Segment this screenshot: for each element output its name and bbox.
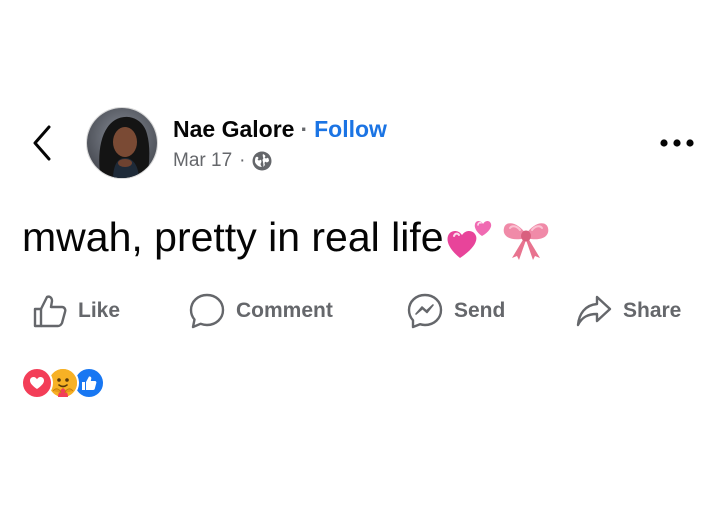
messenger-icon xyxy=(407,293,443,329)
ribbon-emoji xyxy=(503,223,548,260)
avatar[interactable] xyxy=(86,107,158,179)
like-label: Like xyxy=(78,299,121,322)
share-label: Share xyxy=(623,299,682,322)
globe-icon[interactable] xyxy=(252,151,272,171)
comment-label: Comment xyxy=(236,299,333,322)
post-page: Nae Galore · Follow Mar 17 · mwah, pretty … xyxy=(0,0,720,514)
comment-button[interactable]: Comment xyxy=(188,288,333,334)
thumbs-up-icon xyxy=(33,295,67,328)
author-line: Nae Galore · Follow xyxy=(173,114,387,144)
back-button[interactable] xyxy=(22,120,62,166)
send-button[interactable]: Send xyxy=(406,288,505,334)
post-emojis xyxy=(446,214,552,260)
like-button[interactable]: Like xyxy=(32,288,120,334)
post-text: mwah, pretty in real life xyxy=(22,210,552,264)
post-date[interactable]: Mar 17 xyxy=(173,148,232,174)
comment-icon xyxy=(189,293,225,329)
follow-button[interactable]: Follow xyxy=(314,116,387,142)
share-arrow-icon xyxy=(576,295,612,327)
action-bar: Like Comment Send Share xyxy=(0,288,720,334)
more-horizontal-icon xyxy=(660,139,694,147)
post-text-content: mwah, pretty in real life xyxy=(22,214,444,260)
share-button[interactable]: Share xyxy=(575,288,681,334)
two-hearts-emoji xyxy=(447,221,491,258)
more-options-button[interactable] xyxy=(656,130,698,156)
author-name[interactable]: Nae Galore xyxy=(173,116,294,142)
meta-separator-dot: · xyxy=(239,150,246,171)
send-label: Send xyxy=(454,299,506,322)
post-meta: Mar 17 · xyxy=(173,148,272,174)
separator-dot: · xyxy=(300,116,309,142)
reactions-summary[interactable] xyxy=(21,367,105,399)
love-reaction-icon xyxy=(21,367,53,399)
chevron-left-icon xyxy=(33,125,51,161)
